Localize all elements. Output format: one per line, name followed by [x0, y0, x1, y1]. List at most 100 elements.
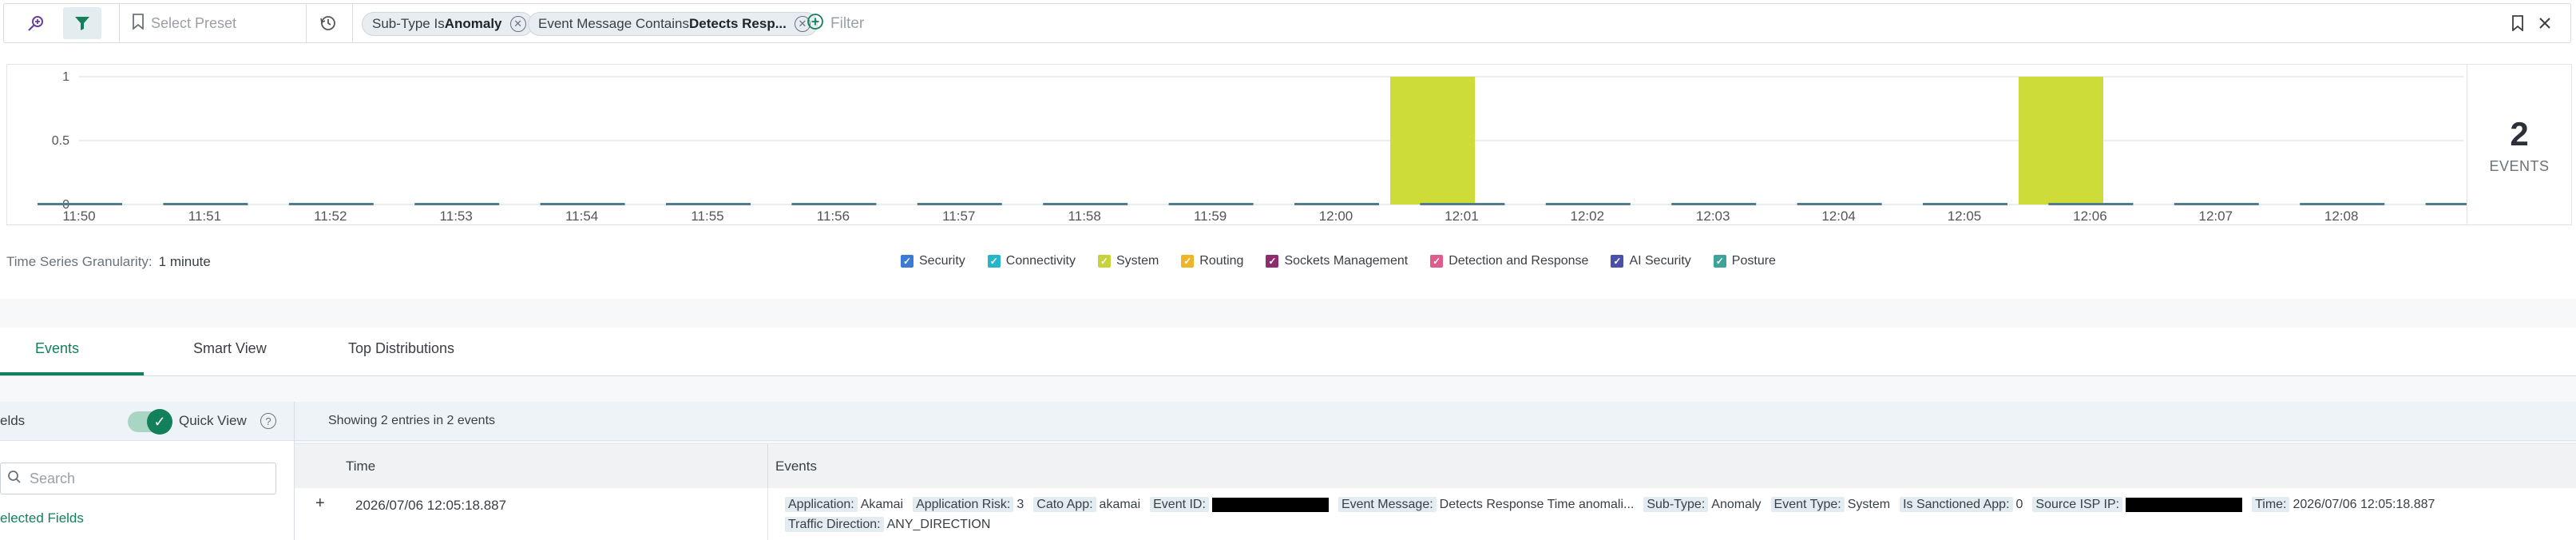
chip-prefix: Event Message Contains [538, 16, 689, 31]
baseline-segment [2425, 203, 2474, 205]
filter-input[interactable]: Filter [806, 12, 864, 36]
legend-item[interactable]: ✓ Detection and Response [1430, 254, 1588, 268]
column-header-events[interactable]: Events [775, 459, 817, 474]
event-field[interactable]: Cato App: akamai [1033, 497, 1150, 513]
legend-item[interactable]: ✓ Routing [1181, 254, 1243, 268]
field-key: Cato App: [1033, 497, 1096, 513]
quick-view-toggle[interactable]: ✓ [128, 409, 172, 435]
field-key: Sub-Type: [1643, 497, 1709, 513]
tab-events[interactable]: Events [35, 340, 79, 357]
checkbox-icon[interactable]: ✓ [1181, 255, 1195, 268]
chip-value: Detects Resp... [689, 16, 787, 31]
field-key: Event Message: [1338, 497, 1437, 513]
legend-label: Routing [1199, 254, 1244, 268]
bookmark-icon [132, 13, 145, 34]
x-tick-label: 11:57 [942, 208, 975, 224]
histogram-svg: 00.5111:5011:5111:5211:5311:5411:5511:56… [38, 70, 2474, 224]
granularity-value[interactable]: 1 minute [159, 254, 211, 269]
field-value: Akamai [860, 498, 904, 512]
checkbox-icon[interactable]: ✓ [1713, 255, 1726, 268]
check-icon: ✓ [147, 409, 172, 435]
event-field[interactable]: Traffic Direction: ANY_DIRECTION [785, 517, 1000, 532]
active-tab-indicator [0, 372, 144, 375]
histogram-bar[interactable] [1390, 77, 1475, 204]
baseline-segment [163, 203, 248, 205]
tab-top-distributions[interactable]: Top Distributions [348, 340, 454, 357]
event-field[interactable]: Source ISP IP: [2032, 497, 2252, 513]
add-circle-icon[interactable] [806, 13, 824, 35]
x-tick-label: 11:51 [188, 208, 221, 224]
legend-item[interactable]: ✓ Connectivity [987, 254, 1076, 268]
events-count-panel: 2 EVENTS [2467, 64, 2572, 225]
table-row[interactable]: + 2026/07/06 12:05:18.887 Application: Ak… [295, 488, 2576, 540]
checkbox-icon[interactable]: ✓ [1266, 255, 1279, 268]
legend-item[interactable]: ✓ Posture [1713, 254, 1776, 268]
chip-prefix: Sub-Type Is [372, 16, 445, 31]
legend-label: Connectivity [1005, 254, 1076, 268]
filter-icon[interactable] [63, 7, 101, 39]
x-tick-label: 12:07 [2199, 208, 2233, 224]
baseline-segment [1043, 203, 1128, 205]
baseline-segment [2048, 203, 2134, 205]
close-icon[interactable] [2532, 10, 2558, 36]
field-value: Anomaly [1711, 498, 1762, 512]
event-field[interactable]: Time: 2026/07/06 12:05:18.887 [2252, 497, 2444, 513]
event-field[interactable]: Sub-Type: Anomaly [1643, 497, 1770, 513]
events-count: 2 [2510, 114, 2529, 153]
legend-item[interactable]: ✓ System [1097, 254, 1159, 268]
x-tick-label: 11:54 [565, 208, 598, 224]
filter-chip-subtype[interactable]: Sub-Type Is Anomaly ✕ [362, 12, 533, 36]
tab-smart-view[interactable]: Smart View [193, 340, 267, 357]
expand-icon[interactable]: + [315, 494, 325, 513]
baseline-segment [917, 203, 1002, 205]
filter-placeholder: Filter [830, 15, 865, 32]
close-icon[interactable]: ✕ [509, 16, 526, 32]
field-value: 3 [1017, 498, 1024, 512]
x-tick-label: 12:04 [1821, 208, 1856, 224]
redacted-value [1211, 498, 1329, 512]
baseline-segment [414, 203, 500, 205]
search-icon [7, 470, 22, 488]
histogram-bar[interactable] [2019, 77, 2103, 204]
fields-sidebar: elds ✓ Quick View ? Search elected Field… [0, 402, 295, 540]
preset-select[interactable]: Select Preset [132, 4, 236, 42]
baseline-segment [1545, 203, 1631, 205]
x-tick-label: 12:06 [2073, 208, 2107, 224]
legend: ✓ Security ✓ Connectivity ✓ System ✓ Routing ✓ So… [901, 254, 1776, 268]
checkbox-icon[interactable]: ✓ [901, 255, 913, 268]
event-fields-line-2: Traffic Direction: ANY_DIRECTION [785, 517, 1000, 532]
help-icon[interactable]: ? [260, 413, 276, 429]
legend-label: AI Security [1629, 254, 1691, 268]
event-field[interactable]: Application Risk: 3 [913, 497, 1033, 513]
filter-chip-event-message[interactable]: Event Message Contains Detects Resp... ✕ [528, 12, 818, 36]
event-field[interactable]: Is Sanctioned App: 0 [1900, 497, 2032, 513]
event-field[interactable]: Application: Akamai [785, 497, 913, 513]
bookmark-icon[interactable] [2505, 10, 2530, 36]
baseline-segment [1294, 203, 1379, 205]
column-header-time[interactable]: Time [346, 459, 375, 474]
event-field[interactable]: Event ID: [1150, 497, 1338, 513]
history-icon[interactable] [315, 10, 341, 36]
x-tick-label: 11:56 [817, 208, 850, 224]
legend-item[interactable]: ✓ Sockets Management [1266, 254, 1408, 268]
legend-item[interactable]: ✓ AI Security [1611, 254, 1691, 268]
checkbox-icon[interactable]: ✓ [1097, 255, 1111, 268]
x-tick-label: 11:53 [440, 208, 473, 224]
row-time: 2026/07/06 12:05:18.887 [355, 498, 507, 513]
checkbox-icon[interactable]: ✓ [987, 255, 1001, 268]
search-plus-icon[interactable] [23, 10, 49, 36]
y-tick-label: 1 [62, 70, 69, 84]
baseline-segment [1671, 203, 1757, 205]
checkbox-icon[interactable]: ✓ [1611, 255, 1624, 268]
legend-item[interactable]: ✓ Security [901, 254, 965, 268]
selected-fields-link[interactable]: elected Fields [0, 510, 84, 526]
x-tick-label: 12:02 [1571, 208, 1605, 224]
event-field[interactable]: Event Message: Detects Response Time anom… [1338, 497, 1643, 513]
event-field[interactable]: Event Type: System [1770, 497, 1900, 513]
fields-search-input[interactable]: Search [0, 463, 276, 494]
granularity: Time Series Granularity: 1 minute [6, 254, 220, 270]
divider [119, 4, 120, 42]
results-tabs: Events Smart View Top Distributions [0, 328, 2576, 376]
checkbox-icon[interactable]: ✓ [1430, 255, 1444, 268]
x-tick-label: 12:00 [1319, 208, 1353, 224]
